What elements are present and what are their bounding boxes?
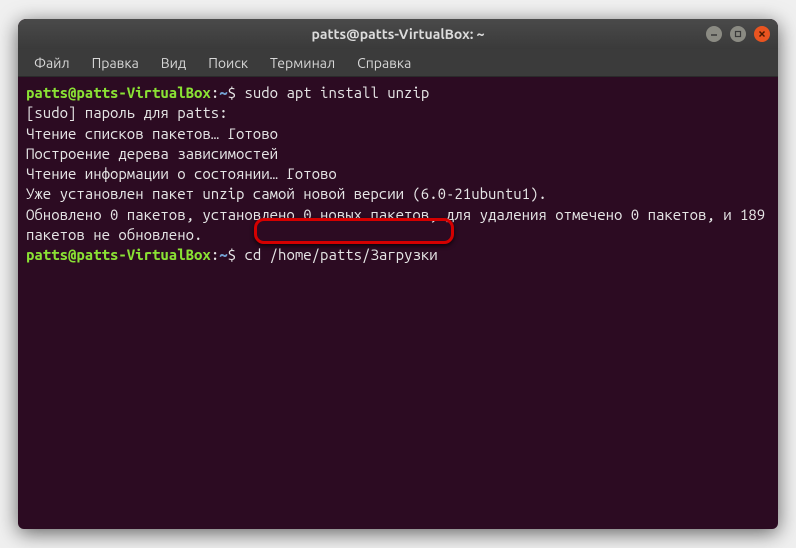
- menu-edit[interactable]: Правка: [82, 51, 149, 75]
- prompt-symbol: $: [228, 246, 236, 263]
- minimize-button[interactable]: [706, 26, 722, 42]
- terminal-line: Чтение списков пакетов… Готово: [26, 124, 770, 144]
- terminal-body[interactable]: patts@patts-VirtualBox:~$ sudo apt insta…: [18, 77, 778, 529]
- terminal-line: Обновлено 0 пакетов, установлено 0 новых…: [26, 205, 770, 246]
- menubar: Файл Правка Вид Поиск Терминал Справка: [18, 49, 778, 77]
- close-button[interactable]: [754, 26, 770, 42]
- terminal-line: Чтение информации о состоянии… Готово: [26, 164, 770, 184]
- window-title: patts@patts-VirtualBox: ~: [26, 26, 770, 42]
- prompt-path: ~: [219, 84, 227, 101]
- menu-view[interactable]: Вид: [151, 51, 196, 75]
- command-text: sudo apt install unzip: [244, 84, 429, 101]
- prompt-path: ~: [219, 246, 227, 263]
- terminal-line: Построение дерева зависимостей: [26, 144, 770, 164]
- menu-terminal[interactable]: Терминал: [260, 51, 345, 75]
- menu-search[interactable]: Поиск: [198, 51, 258, 75]
- command-text: cd /home/patts/Загрузки: [244, 246, 437, 263]
- terminal-window: patts@patts-VirtualBox: ~ Файл Правка Ви…: [18, 19, 778, 529]
- terminal-line: Уже установлен пакет unzip самой новой в…: [26, 184, 770, 204]
- terminal-line: patts@patts-VirtualBox:~$ cd /home/patts…: [26, 245, 770, 265]
- prompt-sep: :: [211, 246, 219, 263]
- maximize-button[interactable]: [730, 26, 746, 42]
- prompt-user: patts@patts-VirtualBox: [26, 84, 211, 101]
- window-controls: [706, 26, 770, 42]
- prompt-symbol: $: [228, 84, 236, 101]
- titlebar[interactable]: patts@patts-VirtualBox: ~: [18, 19, 778, 49]
- prompt-user: patts@patts-VirtualBox: [26, 246, 211, 263]
- menu-help[interactable]: Справка: [347, 51, 421, 75]
- prompt-sep: :: [211, 84, 219, 101]
- terminal-line: [sudo] пароль для patts:: [26, 103, 770, 123]
- menu-file[interactable]: Файл: [24, 51, 80, 75]
- terminal-line: patts@patts-VirtualBox:~$ sudo apt insta…: [26, 83, 770, 103]
